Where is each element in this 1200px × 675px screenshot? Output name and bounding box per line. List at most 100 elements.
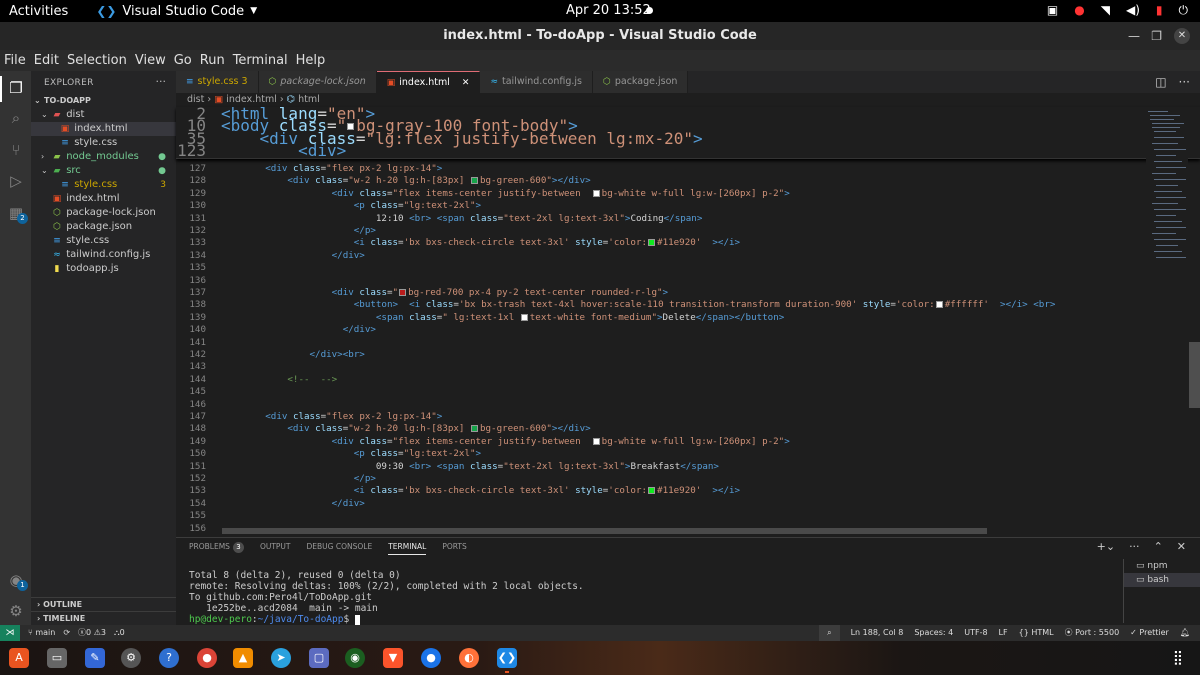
settings-icon[interactable]: ⚙ [121,648,141,668]
file-tailwind-config-js[interactable]: ≈ tailwind.config.js [31,248,176,262]
new-terminal-icon[interactable]: +⌄ [1097,540,1115,553]
color-swatch[interactable] [592,189,600,197]
sticky-scroll[interactable]: 2 <html lang="en"> 10 <body class=" bg-gray-… [176,105,1200,159]
minimize-icon[interactable]: — [1128,22,1140,50]
power-icon[interactable]: ⏻ [1179,3,1189,18]
brave-icon[interactable]: ▼ [383,648,403,668]
project-root[interactable]: ⌄ TO-DOAPP [31,94,176,108]
ports-status[interactable]: ⛬0 [114,625,125,641]
menu-file[interactable]: File [0,53,30,68]
more-actions-icon[interactable]: ··· [156,75,167,88]
vscode-dock-icon[interactable]: ❮❯ [497,648,517,668]
tab-terminal[interactable]: TERMINAL [388,542,427,555]
color-swatch[interactable] [648,239,656,247]
indentation[interactable]: Spaces: 4 [914,625,953,641]
branch-status[interactable]: ⑂ main [28,625,55,641]
explorer-icon[interactable]: ❐ [7,79,25,97]
system-tray[interactable]: ▣ ● ◥ ◀) ▮ ⏻ [1047,3,1188,18]
tab-output[interactable]: OUTPUT [260,542,291,555]
file-style-css[interactable]: ≡ style.css [31,234,176,248]
chrome-icon[interactable]: ● [197,648,217,668]
prettier-status[interactable]: ✓ Prettier [1130,625,1169,641]
maximize-panel-icon[interactable]: ⌃ [1154,540,1163,553]
code-editor[interactable]: 127 <div class="flex px-2 lg:px-14"> 128 … [176,107,1146,537]
split-editor-icon[interactable]: ◫ [1155,71,1166,93]
cursor-position[interactable]: Ln 188, Col 8 [851,625,904,641]
terminal-npm[interactable]: ▭ npm [1124,559,1200,573]
more-actions-icon[interactable]: ··· [1179,71,1190,93]
chromium-icon[interactable]: ● [421,648,441,668]
live-server-port[interactable]: ⦿ Port : 5500 [1065,625,1120,641]
clock[interactable]: Apr 20 13:52 [566,3,651,18]
record-icon[interactable]: ● [1074,3,1084,18]
show-apps-icon[interactable]: ⣿ [1168,648,1188,668]
search-icon[interactable]: ⌕ [7,109,25,127]
vertical-scrollbar[interactable] [1189,342,1200,408]
help-icon[interactable]: ? [159,648,179,668]
file-style-css-src[interactable]: ≡ style.css 3 [31,178,176,192]
tab-debug-console[interactable]: DEBUG CONSOLE [307,542,373,555]
color-swatch[interactable] [648,487,656,495]
terminal-prompt[interactable]: hp@dev-pero:~/java/To-doApp$ [189,614,584,625]
menu-go[interactable]: Go [170,53,196,68]
file-style-css-dist[interactable]: ≡ style.css [31,136,176,150]
menu-help[interactable]: Help [292,53,330,68]
color-swatch[interactable] [470,177,478,185]
file-index-html[interactable]: ▣ index.html [31,192,176,206]
source-control-icon[interactable]: ⑂ [7,141,25,159]
battery-icon[interactable]: ▮ [1156,3,1163,18]
tray-app-icon[interactable]: ▣ [1047,3,1058,18]
color-swatch[interactable] [520,313,528,321]
menu-run[interactable]: Run [196,53,229,68]
folder-src[interactable]: ⌄ ▰ src ● [31,164,176,178]
notifications-bell-icon[interactable]: 🔔︎ [1180,625,1190,641]
tab-package-lock-json[interactable]: ⬡ package-lock.json [258,71,377,93]
menu-selection[interactable]: Selection [63,53,131,68]
color-swatch[interactable] [470,425,478,433]
files-icon[interactable]: ▭ [47,648,67,668]
activities-button[interactable]: Activities [9,4,68,19]
remote-indicator-icon[interactable]: ⋊ [0,625,20,641]
close-panel-icon[interactable]: ✕ [1177,540,1186,553]
wifi-icon[interactable]: ◥ [1101,3,1110,18]
file-index-html-dist[interactable]: ▣ index.html [31,122,176,136]
tab-style-css[interactable]: ≡ style.css 3 [176,71,259,93]
file-package-lock-json[interactable]: ⬡ package-lock.json [31,206,176,220]
tab-package-json[interactable]: ⬡ package.json [593,71,689,93]
timeline-section[interactable]: › TIMELINE [31,611,176,625]
folder-dist[interactable]: ⌄ ▰ dist [31,108,176,122]
minimap[interactable] [1146,107,1188,537]
outline-section[interactable]: › OUTLINE [31,597,176,611]
problems-status[interactable]: ⓧ0 ⚠3 [78,625,106,641]
run-debug-icon[interactable]: ▷ [7,172,25,190]
tab-tailwind-config-js[interactable]: ≈ tailwind.config.js [480,71,593,93]
close-tab-icon[interactable]: ✕ [462,72,470,94]
tab-index-html[interactable]: ▣ index.html ✕ [376,71,481,94]
software-center-icon[interactable]: A [9,648,29,668]
menu-terminal[interactable]: Terminal [229,53,292,68]
restore-icon[interactable]: ❐ [1151,22,1162,50]
close-icon[interactable]: ✕ [1174,28,1190,44]
end-of-line[interactable]: LF [999,625,1008,641]
telegram-icon[interactable]: ➤ [271,648,291,668]
tab-ports[interactable]: PORTS [442,542,466,555]
text-editor-icon[interactable]: ✎ [85,648,105,668]
vlc-icon[interactable]: ▲ [233,648,253,668]
file-todoapp-js[interactable]: ▮ todoapp.js [31,262,176,276]
terminal-output[interactable]: Total 8 (delta 2), reused 0 (delta 0) rem… [189,570,584,625]
more-actions-icon[interactable]: ··· [1129,540,1140,553]
firefox-icon[interactable]: ◐ [459,648,479,668]
tab-problems[interactable]: PROBLEMS 3 [189,542,244,555]
language-mode[interactable]: {} HTML [1019,625,1054,641]
horizontal-scrollbar[interactable] [222,528,987,534]
terminal-bash[interactable]: ▭ bash [1124,573,1200,587]
app-menu[interactable]: ❮❯ Visual Studio Code ▼ [96,4,257,19]
screenshot-icon[interactable]: ▢ [309,648,329,668]
color-swatch[interactable] [592,437,600,445]
folder-node-modules[interactable]: › ▰ node_modules ● [31,150,176,164]
color-swatch[interactable] [399,289,407,296]
color-swatch[interactable] [935,301,943,309]
gimp-icon[interactable]: ◉ [345,648,365,668]
settings-gear-icon[interactable]: ⚙ [7,602,25,620]
zoom-icon[interactable]: ⌕ [819,625,840,641]
